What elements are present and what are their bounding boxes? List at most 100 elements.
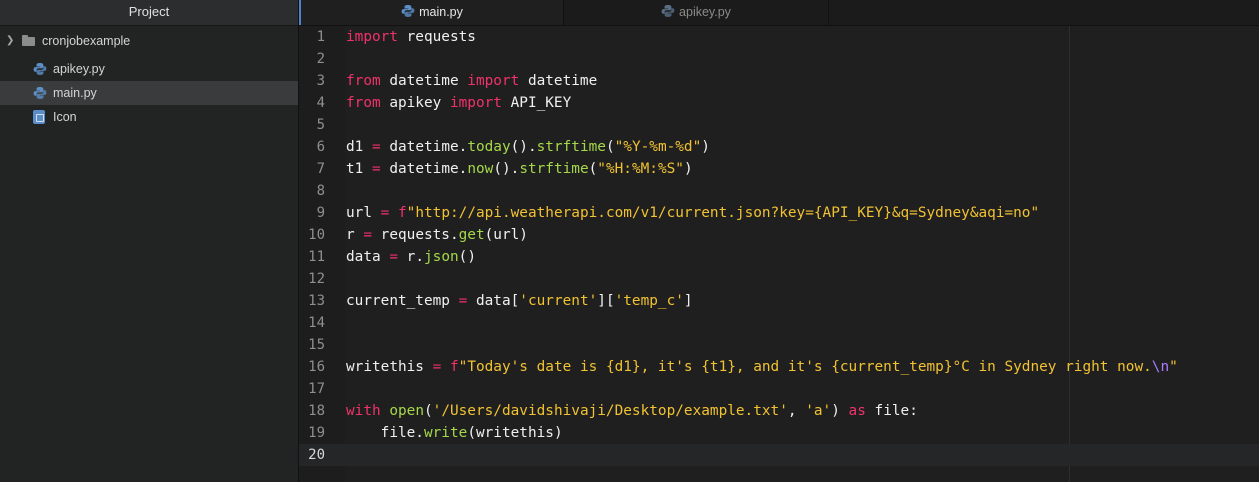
code-token: = xyxy=(363,227,372,243)
code-line[interactable]: 14 xyxy=(299,312,1259,334)
code-line[interactable]: 11 data = r.json() xyxy=(299,246,1259,268)
code-token: 'temp_c' xyxy=(614,293,684,309)
code-token: f xyxy=(449,359,459,375)
code-token: url xyxy=(346,205,381,221)
code-token: = xyxy=(372,161,381,177)
code-token: (writethis) xyxy=(467,425,563,441)
code-token: ] xyxy=(683,293,693,309)
tab-apikey-py[interactable]: apikey.py xyxy=(563,0,829,25)
code-line[interactable]: 17 xyxy=(299,378,1259,400)
code-token: , xyxy=(787,403,806,419)
code-line[interactable]: 20 xyxy=(299,444,1259,466)
code-token: from xyxy=(346,73,381,89)
code-token: datetime. xyxy=(380,161,468,177)
code-text: t1 = datetime.now().strftime("%H:%M:%S") xyxy=(346,158,693,180)
code-line[interactable]: 2 xyxy=(299,48,1259,70)
folder-icon xyxy=(22,35,35,46)
code-token: write xyxy=(423,425,468,441)
code-token: (). xyxy=(510,139,537,155)
code-token: data xyxy=(346,249,390,265)
code-token: "%Y-%m-%d" xyxy=(614,139,702,155)
line-number: 7 xyxy=(316,161,325,177)
line-number: 17 xyxy=(308,381,325,397)
code-token: '/Users/davidshivaji/Desktop/example.txt… xyxy=(432,403,788,419)
code-line[interactable]: 3 from datetime import datetime xyxy=(299,70,1259,92)
code-token: (url) xyxy=(484,227,528,243)
folder-label: cronjobexample xyxy=(42,34,131,48)
chevron-down-icon[interactable]: ❯ xyxy=(6,29,14,53)
code-line[interactable]: 12 xyxy=(299,268,1259,290)
tree-file-main[interactable]: main.py xyxy=(0,81,298,105)
code-token: r. xyxy=(398,249,424,265)
python-icon xyxy=(33,63,47,75)
code-line[interactable]: 8 xyxy=(299,180,1259,202)
line-number: 16 xyxy=(308,359,325,375)
file-label: Icon xyxy=(53,110,77,124)
code-text: file.write(writethis) xyxy=(346,422,563,444)
code-line[interactable]: 6 d1 = datetime.today().strftime("%Y-%m-%… xyxy=(299,136,1259,158)
code-line[interactable]: 5 xyxy=(299,114,1259,136)
code-line[interactable]: 4 from apikey import API_KEY xyxy=(299,92,1259,114)
tab-main-py[interactable]: main.py xyxy=(299,0,563,25)
code-text: from apikey import API_KEY xyxy=(346,92,571,114)
line-number: 12 xyxy=(308,271,325,287)
code-token: \n xyxy=(1151,359,1170,375)
code-token: now xyxy=(467,161,494,177)
code-token: open xyxy=(389,403,424,419)
code-token: 'current' xyxy=(519,293,598,309)
code-token: r xyxy=(346,227,364,243)
finder-icon xyxy=(33,110,45,124)
tree-file-apikey[interactable]: apikey.py xyxy=(0,57,298,81)
code-token: datetime xyxy=(519,73,598,89)
code-text: from datetime import datetime xyxy=(346,70,597,92)
code-text: r = requests.get(url) xyxy=(346,224,528,246)
code-editor[interactable]: 1 import requests 2 3 from datetime import d… xyxy=(299,26,1259,482)
line-number: 11 xyxy=(308,249,325,265)
line-number: 3 xyxy=(316,73,325,89)
python-icon xyxy=(661,5,675,17)
code-token: ( xyxy=(605,139,615,155)
code-text: import requests xyxy=(346,26,476,48)
tab-bar: main.py apikey.py xyxy=(299,0,1259,26)
code-token: "%H:%M:%S" xyxy=(597,161,684,177)
tab-label: main.py xyxy=(419,5,463,19)
code-token: 'a' xyxy=(805,403,832,419)
code-line[interactable]: 10 r = requests.get(url) xyxy=(299,224,1259,246)
code-line[interactable]: 7 t1 = datetime.now().strftime("%H:%M:%S"… xyxy=(299,158,1259,180)
code-token: current_temp xyxy=(346,293,459,309)
code-token: get xyxy=(458,227,485,243)
code-token: "http://api.weatherapi.com/v1/current.js… xyxy=(406,205,1040,221)
line-number: 10 xyxy=(308,227,325,243)
code-token: requests. xyxy=(372,227,459,243)
code-token: = xyxy=(389,249,398,265)
python-icon xyxy=(401,5,415,17)
code-token: "Today's date is {d1}, it's {t1}, and it… xyxy=(458,359,1152,375)
code-text: writethis = f"Today's date is {d1}, it's… xyxy=(346,356,1178,378)
code-token: ) xyxy=(701,139,710,155)
code-token: apikey xyxy=(380,95,450,111)
code-line[interactable]: 19 file.write(writethis) xyxy=(299,422,1259,444)
line-number: 9 xyxy=(316,205,325,221)
code-line[interactable]: 15 xyxy=(299,334,1259,356)
code-line[interactable]: 16 writethis = f"Today's date is {d1}, it… xyxy=(299,356,1259,378)
code-token: writethis xyxy=(346,359,433,375)
tree-folder-cronjobexample[interactable]: ❯ cronjobexample xyxy=(0,29,298,53)
code-text: url = f"http://api.weatherapi.com/v1/cur… xyxy=(346,202,1039,224)
editor-window: Project ❯ cronjobexample apikey.py main.… xyxy=(0,0,1259,482)
code-token: datetime xyxy=(380,73,468,89)
tree-file-icon[interactable]: Icon xyxy=(0,105,298,129)
code-token: datetime. xyxy=(380,139,468,155)
code-line[interactable]: 9 url = f"http://api.weatherapi.com/v1/cu… xyxy=(299,202,1259,224)
code-token: " xyxy=(1169,359,1178,375)
code-line[interactable]: 13 current_temp = data['current']['temp_c… xyxy=(299,290,1259,312)
code-token: = xyxy=(432,359,442,375)
line-number: 8 xyxy=(316,183,325,199)
code-token: strftime xyxy=(536,139,606,155)
line-number: 13 xyxy=(308,293,325,309)
code-line[interactable]: 18 with open('/Users/davidshivaji/Desktop… xyxy=(299,400,1259,422)
code-token: with xyxy=(346,403,381,419)
line-number: 20 xyxy=(308,447,325,463)
code-line[interactable]: 1 import requests xyxy=(299,26,1259,48)
